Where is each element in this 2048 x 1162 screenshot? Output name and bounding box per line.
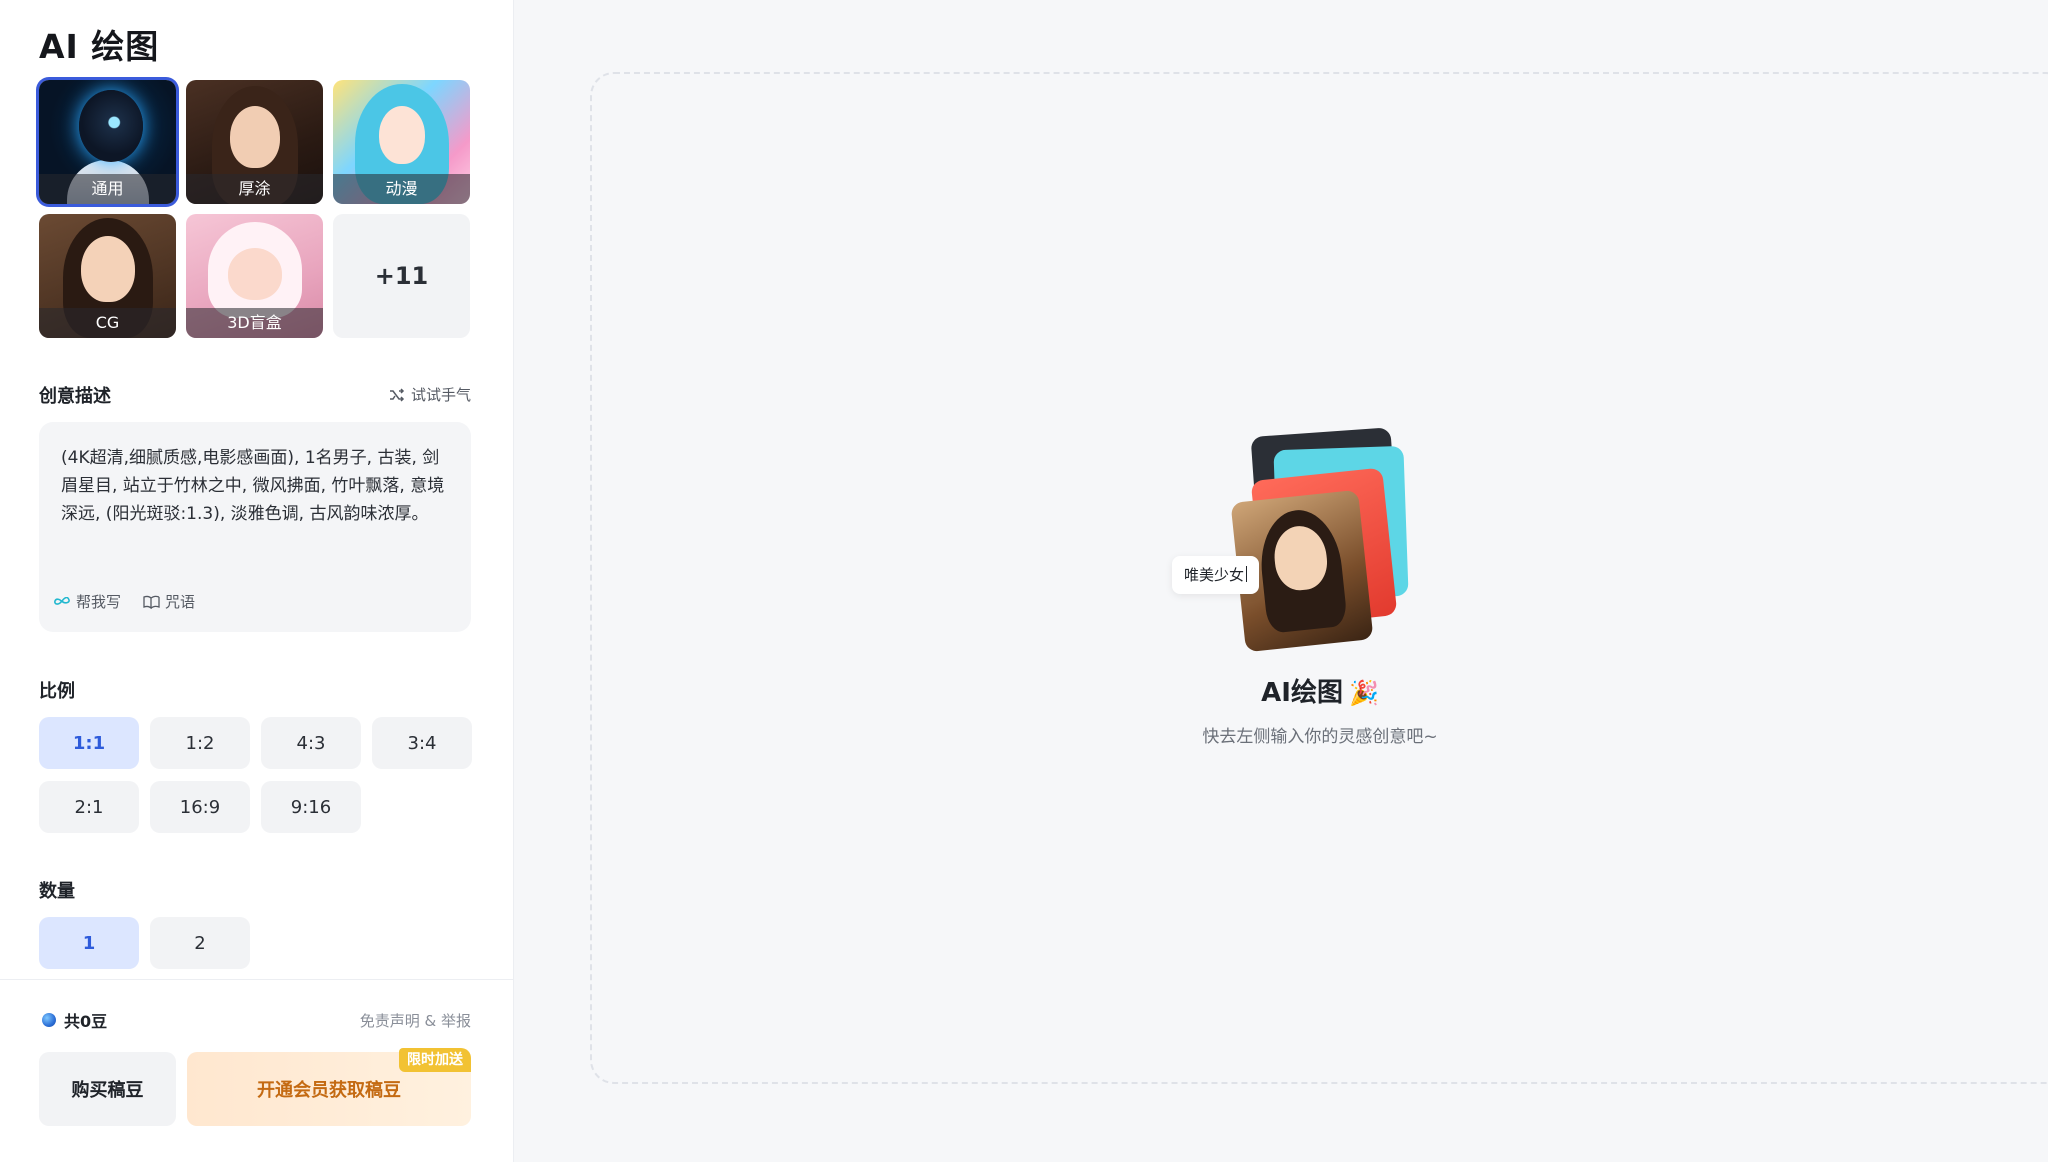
book-icon — [143, 595, 160, 609]
infinity-icon — [54, 596, 70, 605]
face-shape — [81, 236, 135, 302]
style-label: 动漫 — [333, 174, 470, 204]
ratio-section-label: 比例 — [39, 681, 75, 702]
style-grid: 通用 厚涂 动漫 CG 3D盲盒 +11 — [39, 80, 471, 338]
prompt-input[interactable]: (4K超清,细腻质感,电影感画面), 1名男子, 古装, 剑眉星目, 站立于竹林… — [39, 422, 471, 632]
help-write-button[interactable]: 帮我写 — [53, 591, 121, 612]
empty-illustration: 唯美少女 — [1160, 427, 1480, 658]
page-title: AI 绘图 — [39, 27, 160, 66]
limited-bonus-badge: 限时加送 — [399, 1048, 471, 1072]
empty-title-text: AI绘图 — [1261, 678, 1343, 708]
bean-balance: 共0豆 — [42, 1008, 107, 1032]
shuffle-icon — [389, 387, 405, 402]
prompt-tag-label: 唯美少女 — [1184, 566, 1245, 584]
ratio-option-3-4[interactable]: 3:4 — [372, 717, 472, 769]
empty-title: AI绘图 🎉 — [1160, 672, 1480, 709]
style-card-thick-paint[interactable]: 厚涂 — [186, 80, 323, 204]
disclaimer-link[interactable]: 免责声明 & 举报 — [360, 1010, 471, 1031]
footer-divider — [0, 979, 514, 980]
prompt-tag-pill: 唯美少女 — [1172, 556, 1260, 594]
style-label: 通用 — [39, 174, 176, 204]
face-shape — [379, 106, 425, 164]
spells-label: 咒语 — [165, 593, 196, 611]
style-card-anime[interactable]: 动漫 — [333, 80, 470, 204]
face-shape — [228, 248, 282, 300]
bean-icon — [42, 1013, 56, 1027]
bean-balance-label: 共0豆 — [64, 1012, 108, 1031]
style-label: CG — [39, 308, 176, 338]
ratio-option-1-1[interactable]: 1:1 — [39, 717, 139, 769]
quantity-section-label: 数量 — [39, 881, 75, 902]
spells-button[interactable]: 咒语 — [143, 591, 195, 612]
prompt-text[interactable]: (4K超清,细腻质感,电影感画面), 1名男子, 古装, 剑眉星目, 站立于竹林… — [61, 444, 449, 528]
ratio-option-1-2[interactable]: 1:2 — [150, 717, 250, 769]
style-card-cg[interactable]: CG — [39, 214, 176, 338]
try-luck-label: 试试手气 — [410, 386, 471, 404]
left-panel: AI 绘图 通用 厚涂 动漫 CG 3D盲盒 +11 创意描述 试试手气 (4K… — [0, 0, 514, 1162]
help-write-label: 帮我写 — [76, 593, 122, 611]
empty-state: 唯美少女 AI绘图 🎉 快去左侧输入你的灵感创意吧~ — [1160, 427, 1480, 748]
more-styles-button[interactable]: +11 — [333, 214, 470, 338]
quantity-options: 1 2 — [39, 917, 472, 969]
vip-button[interactable]: 开通会员获取稿豆 限时加送 — [187, 1048, 471, 1126]
robot-head — [79, 90, 143, 162]
ratio-option-4-3[interactable]: 4:3 — [261, 717, 361, 769]
ratio-options: 1:1 1:2 4:3 3:4 2:1 16:9 9:16 — [39, 717, 472, 833]
try-luck-button[interactable]: 试试手气 — [389, 384, 471, 405]
style-label: 3D盲盒 — [186, 308, 323, 338]
text-caret — [1246, 566, 1248, 582]
ratio-option-16-9[interactable]: 16:9 — [150, 781, 250, 833]
party-popper-icon: 🎉 — [1348, 679, 1379, 707]
style-card-3d-blindbox[interactable]: 3D盲盒 — [186, 214, 323, 338]
ratio-option-9-16[interactable]: 9:16 — [261, 781, 361, 833]
style-label: 厚涂 — [186, 174, 323, 204]
prompt-actions: 帮我写 咒语 — [53, 591, 195, 612]
quantity-option-1[interactable]: 1 — [39, 917, 139, 969]
vip-button-label: 开通会员获取稿豆 — [257, 1080, 401, 1101]
empty-subtitle: 快去左侧输入你的灵感创意吧~ — [1202, 727, 1438, 747]
style-card-general[interactable]: 通用 — [39, 80, 176, 204]
ratio-option-2-1[interactable]: 2:1 — [39, 781, 139, 833]
buy-beans-button[interactable]: 购买稿豆 — [39, 1052, 176, 1126]
prompt-section-label: 创意描述 — [39, 386, 111, 407]
app: AI 绘图 通用 厚涂 动漫 CG 3D盲盒 +11 创意描述 试试手气 (4K… — [0, 0, 2048, 1162]
quantity-option-2[interactable]: 2 — [150, 917, 250, 969]
face-shape — [230, 106, 280, 168]
